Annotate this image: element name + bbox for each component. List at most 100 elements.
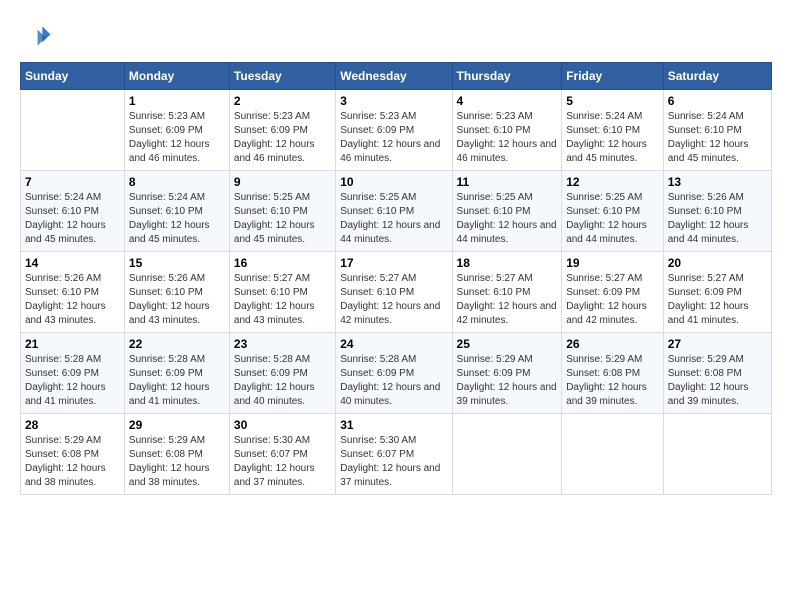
day-info: Sunrise: 5:29 AMSunset: 6:08 PMDaylight:… (25, 434, 120, 490)
day-info: Sunrise: 5:29 AMSunset: 6:08 PMDaylight:… (129, 434, 225, 490)
day-info: Sunrise: 5:23 AMSunset: 6:09 PMDaylight:… (340, 110, 447, 166)
calendar-cell (663, 414, 771, 495)
day-info: Sunrise: 5:28 AMSunset: 6:09 PMDaylight:… (234, 353, 331, 409)
day-info: Sunrise: 5:27 AMSunset: 6:09 PMDaylight:… (668, 272, 767, 328)
calendar-cell: 9Sunrise: 5:25 AMSunset: 6:10 PMDaylight… (229, 171, 335, 252)
calendar-body: 1Sunrise: 5:23 AMSunset: 6:09 PMDaylight… (21, 90, 772, 495)
calendar-cell: 6Sunrise: 5:24 AMSunset: 6:10 PMDaylight… (663, 90, 771, 171)
day-number: 17 (340, 256, 447, 270)
day-number: 29 (129, 418, 225, 432)
day-info: Sunrise: 5:25 AMSunset: 6:10 PMDaylight:… (340, 191, 447, 247)
calendar-cell: 15 Sunrise: 5:26 AMSunset: 6:10 PMDayligh… (124, 252, 229, 333)
header-cell-thursday: Thursday (452, 63, 562, 90)
calendar-cell: 25 Sunrise: 5:29 AMSunset: 6:09 PMDayligh… (452, 333, 562, 414)
day-number: 19 (566, 256, 659, 270)
day-number: 13 (668, 175, 767, 189)
day-number: 25 (457, 337, 558, 351)
day-info: Sunrise: 5:27 AMSunset: 6:10 PMDaylight:… (234, 272, 331, 328)
calendar-cell: 28 Sunrise: 5:29 AMSunset: 6:08 PMDayligh… (21, 414, 125, 495)
day-info: Sunrise: 5:23 AMSunset: 6:10 PMDaylight:… (457, 110, 558, 166)
day-info: Sunrise: 5:23 AMSunset: 6:09 PMDaylight:… (234, 110, 331, 166)
calendar-cell: 4 Sunrise: 5:23 AMSunset: 6:10 PMDaylight… (452, 90, 562, 171)
calendar-header: SundayMondayTuesdayWednesdayThursdayFrid… (21, 63, 772, 90)
day-number: 20 (668, 256, 767, 270)
calendar-cell: 5 Sunrise: 5:24 AMSunset: 6:10 PMDaylight… (562, 90, 664, 171)
day-number: 31 (340, 418, 447, 432)
logo (20, 20, 56, 52)
day-info: Sunrise: 5:29 AMSunset: 6:08 PMDaylight:… (668, 353, 767, 409)
calendar-week-3: 14 Sunrise: 5:26 AMSunset: 6:10 PMDayligh… (21, 252, 772, 333)
day-number: 27 (668, 337, 767, 351)
day-number: 11 (457, 175, 558, 189)
day-info: Sunrise: 5:27 AMSunset: 6:10 PMDaylight:… (340, 272, 447, 328)
day-info: Sunrise: 5:24 AMSunset: 6:10 PMDaylight:… (566, 110, 659, 166)
calendar-cell: 11 Sunrise: 5:25 AMSunset: 6:10 PMDayligh… (452, 171, 562, 252)
calendar-table: SundayMondayTuesdayWednesdayThursdayFrid… (20, 62, 772, 495)
day-number: 8 (129, 175, 225, 189)
header-cell-tuesday: Tuesday (229, 63, 335, 90)
day-number: 7 (25, 175, 120, 189)
day-info: Sunrise: 5:24 AMSunset: 6:10 PMDaylight:… (129, 191, 225, 247)
calendar-cell: 1Sunrise: 5:23 AMSunset: 6:09 PMDaylight… (124, 90, 229, 171)
calendar-cell: 17 Sunrise: 5:27 AMSunset: 6:10 PMDayligh… (336, 252, 452, 333)
day-number: 6 (668, 94, 767, 108)
header-row: SundayMondayTuesdayWednesdayThursdayFrid… (21, 63, 772, 90)
day-number: 2 (234, 94, 331, 108)
calendar-cell: 21Sunrise: 5:28 AMSunset: 6:09 PMDayligh… (21, 333, 125, 414)
day-info: Sunrise: 5:26 AMSunset: 6:10 PMDaylight:… (668, 191, 767, 247)
header-cell-wednesday: Wednesday (336, 63, 452, 90)
day-number: 4 (457, 94, 558, 108)
day-info: Sunrise: 5:27 AMSunset: 6:10 PMDaylight:… (457, 272, 558, 328)
calendar-cell (21, 90, 125, 171)
calendar-cell (562, 414, 664, 495)
calendar-cell: 14Sunrise: 5:26 AMSunset: 6:10 PMDayligh… (21, 252, 125, 333)
calendar-cell: 31 Sunrise: 5:30 AMSunset: 6:07 PMDayligh… (336, 414, 452, 495)
day-info: Sunrise: 5:28 AMSunset: 6:09 PMDaylight:… (129, 353, 225, 409)
calendar-cell: 18Sunrise: 5:27 AMSunset: 6:10 PMDayligh… (452, 252, 562, 333)
calendar-week-5: 28 Sunrise: 5:29 AMSunset: 6:08 PMDayligh… (21, 414, 772, 495)
calendar-cell: 2 Sunrise: 5:23 AMSunset: 6:09 PMDaylight… (229, 90, 335, 171)
logo-icon (20, 20, 52, 52)
header-cell-monday: Monday (124, 63, 229, 90)
day-info: Sunrise: 5:25 AMSunset: 6:10 PMDaylight:… (566, 191, 659, 247)
day-info: Sunrise: 5:23 AMSunset: 6:09 PMDaylight:… (129, 110, 225, 166)
day-info: Sunrise: 5:29 AMSunset: 6:09 PMDaylight:… (457, 353, 558, 409)
day-number: 12 (566, 175, 659, 189)
calendar-week-1: 1Sunrise: 5:23 AMSunset: 6:09 PMDaylight… (21, 90, 772, 171)
calendar-week-4: 21 Sunrise: 5:28 AMSunset: 6:09 PMDayligh… (21, 333, 772, 414)
calendar-cell: 7Sunrise: 5:24 AMSunset: 6:10 PMDaylight… (21, 171, 125, 252)
day-number: 5 (566, 94, 659, 108)
calendar-cell: 29 Sunrise: 5:29 AMSunset: 6:08 PMDayligh… (124, 414, 229, 495)
day-number: 21 (25, 337, 120, 351)
day-number: 28 (25, 418, 120, 432)
calendar-cell: 19Sunrise: 5:27 AMSunset: 6:09 PMDayligh… (562, 252, 664, 333)
calendar-cell: 8 Sunrise: 5:24 AMSunset: 6:10 PMDaylight… (124, 171, 229, 252)
day-number: 9 (234, 175, 331, 189)
calendar-cell: 30Sunrise: 5:30 AMSunset: 6:07 PMDayligh… (229, 414, 335, 495)
header-cell-sunday: Sunday (21, 63, 125, 90)
day-number: 10 (340, 175, 447, 189)
calendar-cell: 24Sunrise: 5:28 AMSunset: 6:09 PMDayligh… (336, 333, 452, 414)
calendar-cell: 27 Sunrise: 5:29 AMSunset: 6:08 PMDayligh… (663, 333, 771, 414)
day-number: 30 (234, 418, 331, 432)
day-number: 14 (25, 256, 120, 270)
calendar-cell: 16 Sunrise: 5:27 AMSunset: 6:10 PMDayligh… (229, 252, 335, 333)
calendar-cell (452, 414, 562, 495)
day-number: 16 (234, 256, 331, 270)
day-number: 15 (129, 256, 225, 270)
day-number: 26 (566, 337, 659, 351)
calendar-cell: 13 Sunrise: 5:26 AMSunset: 6:10 PMDayligh… (663, 171, 771, 252)
calendar-cell: 3 Sunrise: 5:23 AMSunset: 6:09 PMDaylight… (336, 90, 452, 171)
day-info: Sunrise: 5:28 AMSunset: 6:09 PMDaylight:… (340, 353, 447, 409)
day-number: 23 (234, 337, 331, 351)
day-number: 3 (340, 94, 447, 108)
calendar-cell: 26 Sunrise: 5:29 AMSunset: 6:08 PMDayligh… (562, 333, 664, 414)
calendar-week-2: 7 Sunrise: 5:24 AMSunset: 6:10 PMDaylight… (21, 171, 772, 252)
day-info: Sunrise: 5:26 AMSunset: 6:10 PMDaylight:… (129, 272, 225, 328)
header-cell-saturday: Saturday (663, 63, 771, 90)
day-info: Sunrise: 5:29 AMSunset: 6:08 PMDaylight:… (566, 353, 659, 409)
day-info: Sunrise: 5:30 AMSunset: 6:07 PMDaylight:… (340, 434, 447, 490)
day-number: 22 (129, 337, 225, 351)
calendar-cell: 23 Sunrise: 5:28 AMSunset: 6:09 PMDayligh… (229, 333, 335, 414)
day-info: Sunrise: 5:25 AMSunset: 6:10 PMDaylight:… (457, 191, 558, 247)
